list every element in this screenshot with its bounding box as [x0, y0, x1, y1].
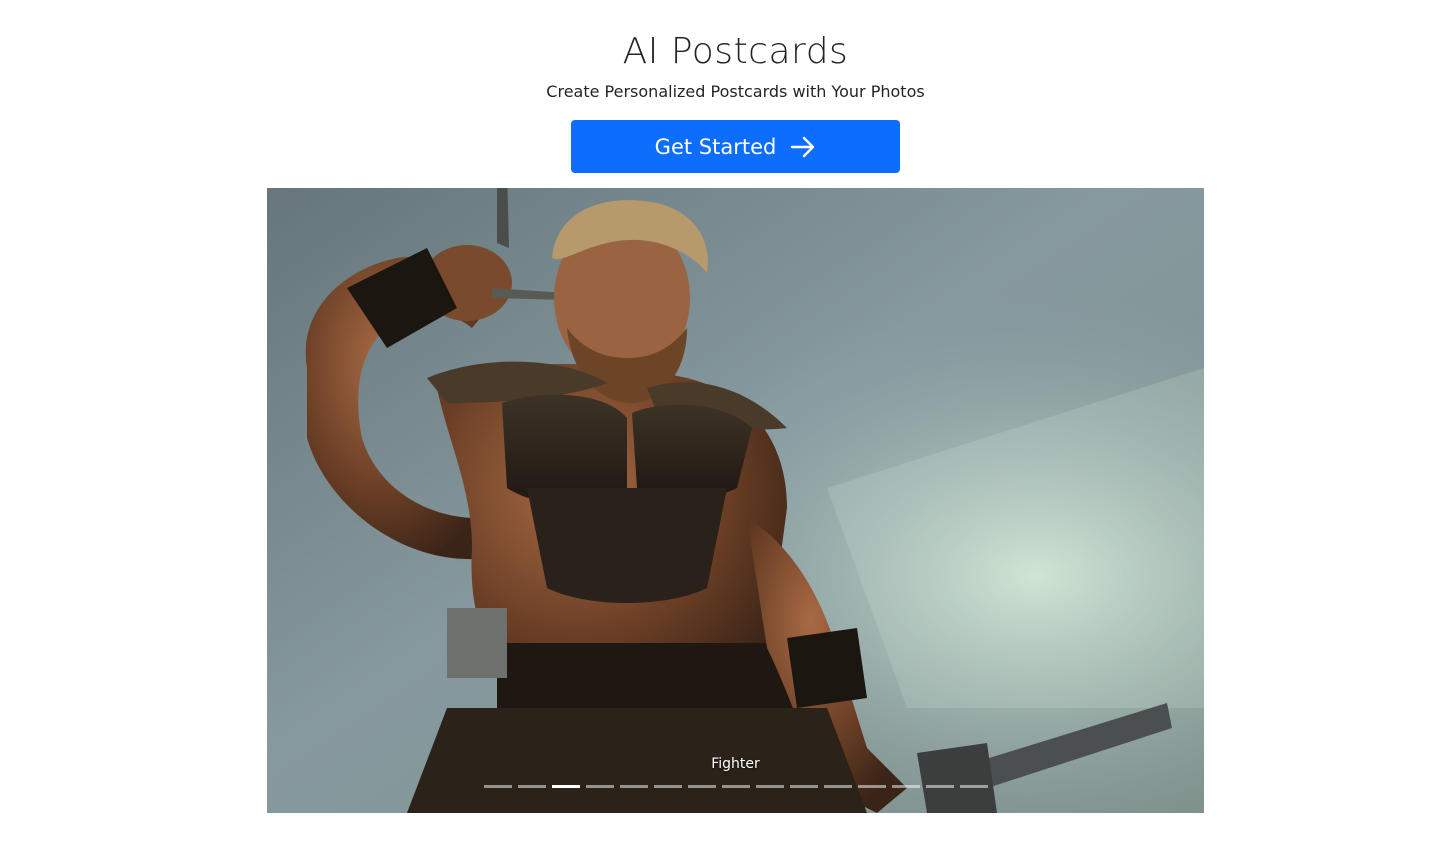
carousel-indicator[interactable]	[619, 785, 648, 788]
page-title: AI Postcards	[622, 31, 849, 72]
carousel-indicator[interactable]	[891, 785, 920, 788]
carousel-indicators	[267, 785, 1204, 788]
page-subtitle: Create Personalized Postcards with Your …	[546, 82, 925, 101]
carousel-indicator[interactable]	[551, 785, 580, 788]
postcard-carousel[interactable]: Fighter	[267, 188, 1204, 813]
carousel-indicator[interactable]	[755, 785, 784, 788]
carousel-indicator[interactable]	[585, 785, 614, 788]
arrow-right-icon	[791, 136, 815, 157]
carousel-indicator[interactable]	[687, 785, 716, 788]
carousel-indicator[interactable]	[823, 785, 852, 788]
carousel-indicator[interactable]	[789, 785, 818, 788]
carousel-indicator[interactable]	[483, 785, 512, 788]
fighter-slide-image	[267, 188, 1204, 813]
carousel-indicator[interactable]	[653, 785, 682, 788]
carousel-indicator[interactable]	[721, 785, 750, 788]
carousel-indicator[interactable]	[925, 785, 954, 788]
carousel-indicator[interactable]	[517, 785, 546, 788]
carousel-indicator[interactable]	[959, 785, 988, 788]
get-started-button[interactable]: Get Started	[571, 120, 900, 173]
slide-caption: Fighter	[711, 756, 760, 772]
get-started-label: Get Started	[654, 134, 777, 159]
carousel-indicator[interactable]	[857, 785, 886, 788]
